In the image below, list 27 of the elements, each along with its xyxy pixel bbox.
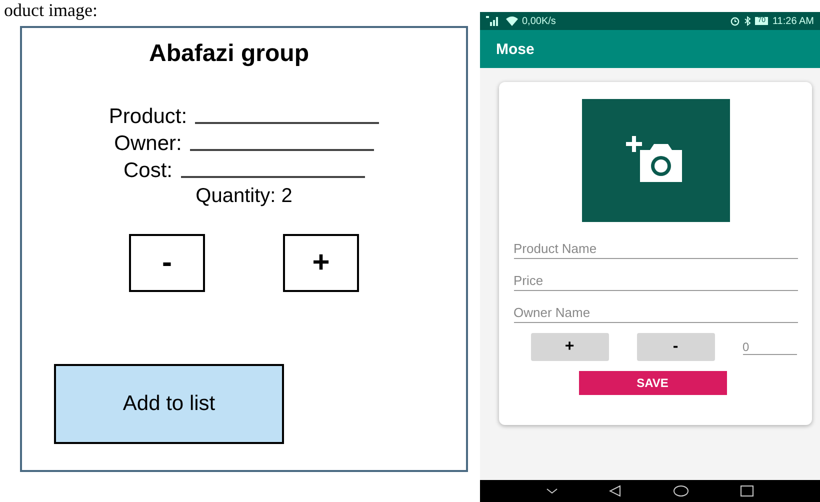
- home-icon[interactable]: [672, 485, 689, 497]
- chevron-down-icon[interactable]: [546, 487, 558, 495]
- wifi-icon: [506, 16, 518, 26]
- add-to-list-button[interactable]: Add to list: [54, 364, 284, 444]
- quantity-button[interactable]: -: [636, 333, 714, 361]
- quantity-text: Quantity: 2: [196, 185, 292, 208]
- clock-time: 11:26 AM: [772, 16, 814, 26]
- bluetooth-icon: [744, 16, 751, 26]
- app-title: Mose: [496, 40, 534, 58]
- input-field[interactable]: Owner Name: [514, 303, 798, 323]
- network-speed: 0,00K/s: [522, 16, 556, 26]
- back-icon[interactable]: [609, 485, 622, 497]
- field-label: Product:: [108, 105, 188, 129]
- input-field[interactable]: Price: [514, 271, 798, 291]
- alarm-icon: [730, 16, 740, 26]
- wireframe-title: Abafazi group: [149, 40, 309, 68]
- save-button[interactable]: SAVE: [578, 371, 726, 395]
- quantity-field[interactable]: 0: [742, 340, 796, 354]
- field-label: Owner:: [114, 132, 182, 156]
- wireframe-button[interactable]: +: [283, 234, 359, 292]
- wireframe-button[interactable]: -: [129, 234, 205, 292]
- caption-text: oduct image:: [3, 0, 98, 20]
- quantity-button[interactable]: +: [530, 333, 608, 361]
- add-photo-button[interactable]: [582, 99, 730, 222]
- recents-icon[interactable]: [740, 485, 754, 497]
- field-label: Cost:: [123, 159, 172, 183]
- input-field[interactable]: Product Name: [514, 239, 798, 259]
